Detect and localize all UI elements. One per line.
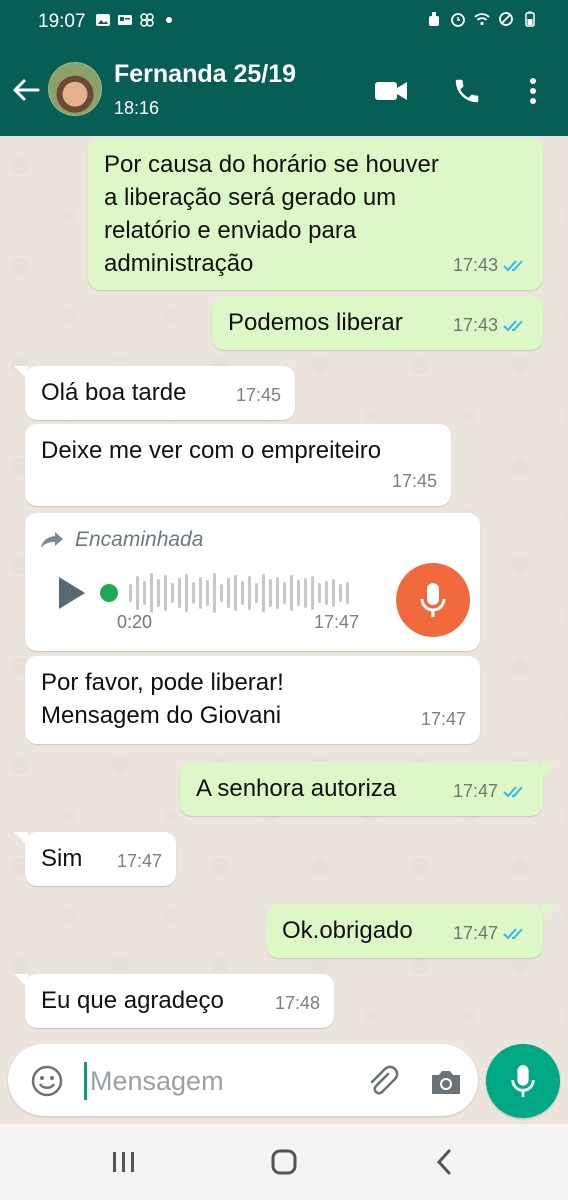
battery-icon xyxy=(525,11,535,27)
playback-dot-icon[interactable] xyxy=(99,583,119,603)
mic-icon xyxy=(420,583,446,617)
id-card-icon xyxy=(118,15,132,25)
message-bubble-incoming[interactable]: Eu que agradeço 17:48 xyxy=(25,974,334,1028)
message-bubble-outgoing[interactable]: Podemos liberar 17:43 xyxy=(212,296,543,350)
message-input-container[interactable] xyxy=(8,1044,478,1116)
video-call-icon xyxy=(375,82,407,100)
message-text: Deixe me ver com o empreiteiro xyxy=(41,437,382,464)
message-time: 17:47 xyxy=(452,923,498,943)
mic-icon xyxy=(511,1065,535,1097)
emoji-icon[interactable] xyxy=(30,1064,64,1098)
message-time: 17:47 xyxy=(314,612,360,632)
back-chevron-icon xyxy=(436,1149,451,1175)
chat-area[interactable]: Por causa do horário se houver a liberaç… xyxy=(0,136,568,1040)
back-nav-button[interactable] xyxy=(424,1144,464,1180)
more-vert-icon xyxy=(530,78,536,104)
recent-apps-button[interactable] xyxy=(104,1144,144,1180)
read-tick-icon xyxy=(503,259,523,271)
home-button[interactable] xyxy=(264,1144,304,1180)
voice-duration: 0:20 xyxy=(117,612,153,632)
contact-name[interactable]: Fernanda 25/19 xyxy=(114,60,296,89)
voice-record-button[interactable] xyxy=(486,1044,560,1118)
message-time: 17:47 xyxy=(116,851,162,871)
forwarded-label: Encaminhada xyxy=(75,528,204,551)
play-icon[interactable] xyxy=(53,574,89,612)
voice-message-bubble[interactable]: Encaminhada 0:20 17:47 xyxy=(25,513,480,651)
wifi-icon xyxy=(474,13,490,26)
message-bubble-outgoing[interactable]: Por causa do horário se houver a liberaç… xyxy=(88,138,543,290)
message-text: a liberação será gerado um xyxy=(104,184,397,211)
back-button[interactable] xyxy=(10,72,42,108)
status-bar: 19:07 xyxy=(0,0,568,44)
message-text: Por favor, pode liberar! xyxy=(41,669,284,696)
read-tick-icon xyxy=(503,319,523,331)
read-tick-icon xyxy=(503,927,523,939)
message-text: Por causa do horário se houver xyxy=(104,151,439,178)
chat-header: Fernanda 25/19 18:16 xyxy=(0,44,568,136)
dot-icon xyxy=(166,17,172,23)
message-time: 17:47 xyxy=(452,781,498,801)
camera-icon[interactable] xyxy=(428,1064,464,1100)
video-call-button[interactable] xyxy=(374,74,408,108)
image-icon xyxy=(96,14,110,26)
message-bubble-incoming[interactable]: Olá boa tarde 17:45 xyxy=(25,366,295,420)
status-time: 19:07 xyxy=(38,11,86,32)
recent-apps-icon xyxy=(113,1152,134,1172)
message-text: relatório e enviado para xyxy=(104,217,357,244)
message-bubble-incoming[interactable]: Por favor, pode liberar! Mensagem do Gio… xyxy=(25,656,480,744)
attach-icon[interactable] xyxy=(364,1064,400,1100)
read-tick-icon xyxy=(503,785,523,797)
message-bubble-incoming[interactable]: Deixe me ver com o empreiteiro 17:45 xyxy=(25,424,451,506)
phone-call-button[interactable] xyxy=(450,74,484,108)
forward-icon xyxy=(41,531,63,548)
message-text: Mensagem do Giovani xyxy=(41,702,282,729)
dnd-icon xyxy=(499,12,513,26)
phone-icon xyxy=(455,79,479,103)
back-arrow-icon xyxy=(13,79,40,101)
message-bubble-outgoing[interactable]: A senhora autoriza 17:47 xyxy=(180,762,543,816)
avatar[interactable] xyxy=(48,62,102,116)
message-bubble-outgoing[interactable]: Ok.obrigado 17:47 xyxy=(266,904,543,958)
message-time: 17:45 xyxy=(391,471,437,491)
more-options-button[interactable] xyxy=(516,74,550,108)
system-navigation-bar xyxy=(0,1124,568,1200)
alarm-icon xyxy=(429,12,439,26)
message-time: 17:43 xyxy=(452,315,498,335)
voice-sender-mic-badge xyxy=(396,563,470,637)
message-time: 17:45 xyxy=(235,385,281,405)
contact-subtitle: 18:16 xyxy=(114,98,160,118)
message-time: 17:43 xyxy=(452,255,498,275)
pinwheel-icon xyxy=(140,13,154,27)
clock-icon xyxy=(451,13,465,27)
text-cursor xyxy=(84,1062,87,1100)
message-bubble-incoming[interactable]: Sim 17:47 xyxy=(25,832,176,886)
message-composer xyxy=(0,1040,568,1124)
message-input[interactable] xyxy=(88,1058,352,1104)
home-icon xyxy=(271,1149,297,1175)
message-time: 17:47 xyxy=(420,709,466,729)
message-time: 17:48 xyxy=(274,993,320,1013)
